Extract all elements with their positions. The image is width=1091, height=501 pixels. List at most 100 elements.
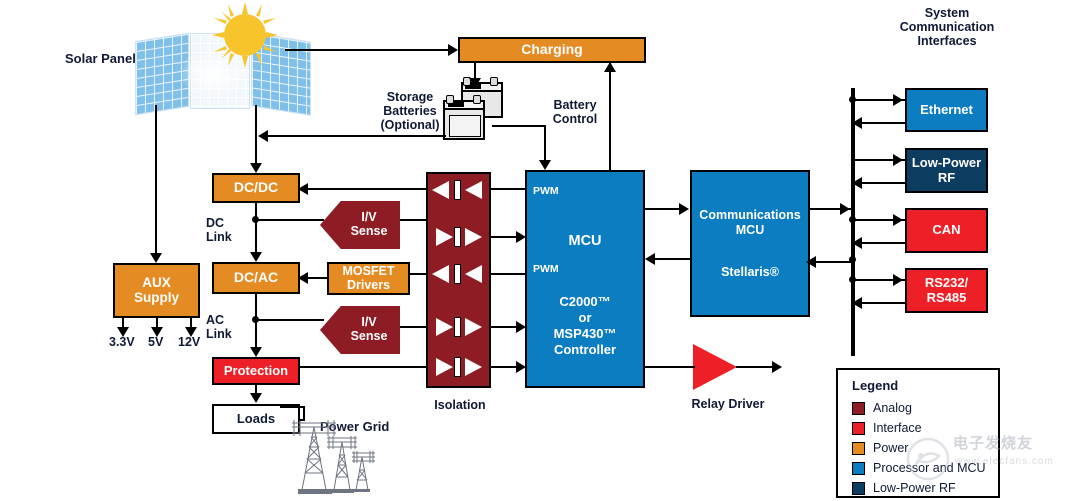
voltage-3v3-label: 3.3V bbox=[109, 335, 135, 349]
mcu-part-line1: C2000™ bbox=[559, 294, 611, 309]
aux-supply-block[interactable]: AUX Supply bbox=[113, 263, 200, 318]
battery-control-line1: Battery bbox=[553, 98, 597, 112]
iv-sense-bottom-line1: I/V bbox=[361, 315, 377, 330]
arrowhead-mcu-to-charging bbox=[604, 62, 616, 72]
wire-grid-top bbox=[280, 406, 305, 408]
isolation-channel-4-icon bbox=[432, 317, 486, 337]
protection-block[interactable]: Protection bbox=[212, 357, 300, 385]
isolation-label: Isolation bbox=[434, 398, 486, 412]
legend-item-interface: Interface bbox=[852, 421, 922, 435]
legend-swatch-interface bbox=[852, 421, 865, 435]
wire-aclink-to-iv-sense-bottom bbox=[256, 319, 324, 321]
arrowhead-solar-to-dcdc bbox=[250, 163, 262, 173]
legend-swatch-analog bbox=[852, 401, 865, 415]
aux-supply-line1: AUX bbox=[142, 274, 171, 290]
battery-control-line2: Control bbox=[552, 112, 598, 126]
aux-supply-line2: Supply bbox=[133, 289, 179, 305]
communications-mcu-subtitle: Stellaris® bbox=[721, 265, 779, 279]
arrowhead-solar-to-charging bbox=[448, 44, 458, 56]
wire-iv-sense-bottom-to-isolation bbox=[400, 326, 427, 328]
interface-ethernet-block[interactable]: Ethernet bbox=[905, 88, 988, 132]
arrowhead-bus-to-can bbox=[893, 214, 903, 226]
arrowhead-protection-to-loads bbox=[250, 393, 262, 403]
mosfet-drivers-block[interactable]: MOSFET Drivers bbox=[327, 262, 410, 295]
arrowhead-rs232-to-bus bbox=[852, 297, 862, 309]
wire-mcu-to-commmcu bbox=[645, 208, 682, 210]
mcu-block[interactable]: PWM PWM MCU C2000™ or MSP430™ Controller bbox=[525, 170, 645, 388]
system-communication-interfaces-label: System Communication Interfaces bbox=[893, 6, 1001, 48]
iv-sense-top-line1: I/V bbox=[361, 210, 377, 225]
sun-icon bbox=[212, 2, 278, 68]
arrowhead-dcac-to-protection bbox=[250, 347, 262, 357]
mcu-pwm-top-pin: PWM bbox=[533, 185, 559, 197]
iv-sense-top-block[interactable]: I/V Sense bbox=[320, 201, 400, 249]
storage-batteries-label: Storage Batteries (Optional) bbox=[365, 90, 455, 132]
arrowhead-ethernet-to-bus bbox=[852, 117, 862, 129]
interface-can-block[interactable]: CAN bbox=[905, 208, 988, 253]
wire-isolation-ch1-to-mcu bbox=[491, 188, 527, 190]
arrowhead-isolation-ch2-to-mcu bbox=[516, 231, 526, 243]
mosfet-drivers-line1: MOSFET bbox=[342, 264, 395, 278]
wire-mcu-to-charging bbox=[609, 63, 611, 171]
relay-driver-symbol[interactable] bbox=[693, 344, 737, 390]
iv-sense-top-line2: Sense bbox=[350, 224, 388, 238]
isolation-channel-1-icon bbox=[432, 180, 486, 200]
system-comm-line2: Communication bbox=[899, 20, 995, 34]
dcdc-block[interactable]: DC/DC bbox=[212, 173, 300, 203]
block-diagram-canvas: Solar Panel Storage Batteries (Optional)… bbox=[0, 0, 1091, 501]
interface-rs232-line1: RS232/ bbox=[924, 275, 969, 291]
arrowhead-battery-sense bbox=[539, 160, 551, 170]
legend-swatch-processor bbox=[852, 461, 865, 475]
interface-low-power-rf-line1: Low-Power bbox=[911, 155, 982, 171]
wire-isolation-ch4-to-mcu bbox=[491, 326, 519, 328]
solar-panel-label: Solar Panel bbox=[65, 51, 136, 66]
wire-commmcu-to-mcu bbox=[652, 258, 690, 260]
mcu-part-line4: Controller bbox=[553, 341, 617, 357]
legend-label-power: Power bbox=[873, 441, 909, 455]
arrowhead-isolation-ch4-to-mcu bbox=[516, 321, 526, 333]
isolation-channel-3-icon bbox=[432, 264, 486, 284]
wire-grid-riser bbox=[303, 406, 305, 420]
junction-can bbox=[849, 216, 856, 223]
wire-isolation-ch2-to-mcu bbox=[491, 236, 519, 238]
wire-dclink-to-iv-sense-top bbox=[256, 219, 324, 221]
legend-label-interface: Interface bbox=[873, 421, 922, 435]
arrowhead-commmcu-to-mcu bbox=[645, 253, 655, 265]
legend-item-low-power-rf: Low-Power RF bbox=[852, 481, 956, 495]
arrowhead-mosfet-to-dcac bbox=[298, 272, 308, 284]
communications-mcu-title: Communications MCU bbox=[692, 208, 808, 238]
wire-bus-to-commmcu bbox=[810, 261, 855, 263]
communications-mcu-block[interactable]: Communications MCU Stellaris® bbox=[690, 170, 810, 317]
system-comm-line1: System bbox=[924, 6, 970, 20]
iv-sense-bottom-line2: Sense bbox=[350, 329, 388, 343]
arrowhead-isolation-ch5-to-mcu bbox=[516, 361, 526, 373]
arrowhead-can-to-bus bbox=[852, 237, 862, 249]
isolation-channel-2-icon bbox=[432, 227, 486, 247]
wire-protection-to-isolation bbox=[300, 366, 427, 368]
dcac-block[interactable]: DC/AC bbox=[212, 262, 300, 294]
arrowhead-bus-to-ethernet bbox=[893, 94, 903, 106]
ac-link-label: AC Link bbox=[206, 313, 232, 342]
storage-batteries-line2: Batteries bbox=[383, 104, 437, 118]
wire-solar-to-aux bbox=[155, 105, 157, 255]
legend-panel: Legend Analog Interface Power Processor … bbox=[836, 368, 1000, 498]
arrowhead-relay-driver-output bbox=[772, 361, 782, 373]
wire-battery-sense-v bbox=[544, 125, 546, 163]
interface-rs232-rs485-block[interactable]: RS232/ RS485 bbox=[905, 268, 988, 313]
voltage-12v-label: 12V bbox=[178, 335, 201, 349]
arrowhead-dcdc-to-dcac bbox=[250, 252, 262, 262]
arrowhead-isolation-to-dcdc bbox=[298, 183, 308, 195]
battery-control-label: Battery Control bbox=[539, 98, 611, 126]
interface-low-power-rf-block[interactable]: Low-Power RF bbox=[905, 148, 988, 193]
wire-dcdc-to-dcac bbox=[255, 203, 257, 255]
isolation-channel-5-icon bbox=[432, 357, 486, 377]
charging-block[interactable]: Charging bbox=[458, 37, 646, 63]
arrowhead-bus-to-lprf bbox=[893, 154, 903, 166]
legend-item-analog: Analog bbox=[852, 401, 912, 415]
arrowhead-aux-3v3 bbox=[117, 327, 129, 337]
dc-link-line1: DC bbox=[206, 216, 225, 230]
iv-sense-bottom-block[interactable]: I/V Sense bbox=[320, 306, 400, 354]
mcu-title: MCU bbox=[568, 233, 602, 249]
legend-item-power: Power bbox=[852, 441, 908, 455]
mcu-part-line3: MSP430™ bbox=[553, 325, 617, 341]
